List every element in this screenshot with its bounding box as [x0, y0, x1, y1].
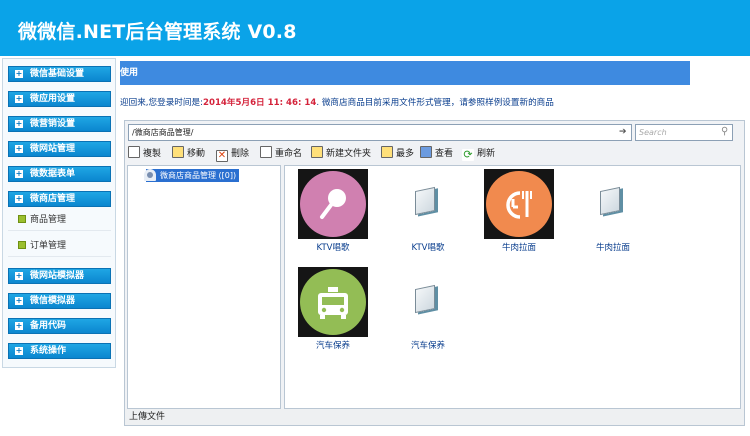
expand-icon: + — [15, 321, 23, 330]
file-item[interactable]: 牛肉拉面 — [479, 169, 559, 261]
view-icon — [420, 146, 432, 158]
welcome-panel: 迎回来,您登录时间是:2014年5月6日 11: 46: 14. 微商店商品目前… — [120, 86, 690, 118]
menu-app-settings[interactable]: + 微应用设置 — [8, 91, 111, 107]
path-input[interactable]: /微商店商品管理/ — [128, 124, 632, 141]
menu-wechat-simulator[interactable]: + 微信模拟器 — [8, 293, 111, 309]
expand-icon: + — [15, 69, 23, 78]
max-button[interactable]: 最多 — [381, 146, 414, 162]
sidebar: + 微信基础设置 + 微应用设置 + 微营销设置 + 微网站管理 + 微数据表单 + 微商店… — [2, 58, 116, 368]
expand-icon: + — [15, 271, 23, 280]
file-grid: KTV唱歌 KTV唱歌 牛肉拉面 牛肉拉面 汽车保养 汽车保养 — [284, 165, 741, 409]
move-button[interactable]: 移動 — [172, 146, 205, 162]
expand-icon: + — [15, 144, 23, 153]
file-icon — [600, 186, 620, 216]
rename-icon — [260, 146, 272, 158]
delete-icon: ✕ — [216, 150, 228, 162]
file-thumb — [578, 169, 648, 239]
folder-tree: 微商店商品管理 ([0]) — [127, 165, 281, 409]
file-toolbar: 複製 移動 ✕ 刪除 重命名 新建文件夹 最多 查看 ⟳ 刷新 — [128, 146, 740, 162]
menu-data-forms[interactable]: + 微数据表单 — [8, 166, 111, 182]
header-bar: 微微信.NET后台管理系统 V0.8 — [0, 0, 750, 56]
menu-shop-management[interactable]: + 微商店管理 — [8, 191, 111, 207]
menu-site-management[interactable]: + 微网站管理 — [8, 141, 111, 157]
file-item[interactable]: 牛肉拉面 — [573, 169, 653, 261]
file-item[interactable]: KTV唱歌 — [293, 169, 373, 261]
copy-icon — [128, 146, 140, 158]
bullet-icon — [18, 241, 26, 249]
new-folder-button[interactable]: 新建文件夹 — [311, 146, 371, 162]
expand-icon: + — [15, 119, 23, 128]
login-time: 2014年5月6日 11: 46: 14 — [202, 98, 317, 108]
file-item[interactable]: 汽车保养 — [388, 267, 468, 359]
folder-up-icon — [381, 146, 393, 158]
file-item[interactable]: 汽车保养 — [293, 267, 373, 359]
shop-folder-icon — [144, 169, 156, 181]
file-thumb — [393, 267, 463, 337]
welcome-message: 迎回来,您登录时间是:2014年5月6日 11: 46: 14. 微商店商品目前… — [120, 98, 554, 108]
tab-label: 使用 — [120, 68, 139, 78]
tab-usage[interactable]: 使用 — [120, 61, 690, 85]
file-thumb — [393, 169, 463, 239]
microphone-icon — [300, 171, 366, 237]
expand-icon: + — [15, 169, 23, 178]
app-title: 微微信.NET后台管理系统 V0.8 — [18, 21, 297, 43]
menu-system-operations[interactable]: + 系统操作 — [8, 343, 111, 359]
menu-basic-settings[interactable]: + 微信基础设置 — [8, 66, 111, 82]
file-item[interactable]: KTV唱歌 — [388, 169, 468, 261]
expand-icon: + — [15, 194, 23, 203]
go-arrow-icon[interactable]: ➔ — [619, 127, 629, 137]
file-manager: /微商店商品管理/ ➔ Search ⚲ 複製 移動 ✕ 刪除 重命名 新建文件夹… — [124, 120, 745, 426]
view-button[interactable]: 查看 — [420, 146, 453, 162]
search-input[interactable]: Search — [635, 124, 733, 141]
product-image — [484, 169, 554, 239]
product-image — [298, 169, 368, 239]
search-icon[interactable]: ⚲ — [721, 126, 728, 137]
menu-backup-code[interactable]: + 备用代码 — [8, 318, 111, 334]
delete-button[interactable]: ✕ 刪除 — [216, 146, 249, 162]
menu-marketing-settings[interactable]: + 微营销设置 — [8, 116, 111, 132]
expand-icon: + — [15, 346, 23, 355]
tree-node-shop-products[interactable]: 微商店商品管理 ([0]) — [144, 169, 240, 182]
bullet-icon — [18, 215, 26, 223]
copy-button[interactable]: 複製 — [128, 146, 161, 162]
file-icon — [415, 284, 435, 314]
upload-file-link[interactable]: 上傳文件 — [125, 409, 744, 425]
sidebar-item-orders[interactable]: 订单管理 — [8, 235, 111, 257]
menu-site-simulator[interactable]: + 微网站模拟器 — [8, 268, 111, 284]
refresh-icon: ⟳ — [462, 148, 474, 161]
fork-clock-icon — [486, 171, 552, 237]
refresh-button[interactable]: ⟳ 刷新 — [462, 146, 495, 162]
expand-icon: + — [15, 94, 23, 103]
sidebar-item-products[interactable]: 商品管理 — [8, 209, 111, 231]
file-icon — [415, 186, 435, 216]
product-image — [298, 267, 368, 337]
move-icon — [172, 146, 184, 158]
folder-icon — [311, 146, 323, 158]
expand-icon: + — [15, 296, 23, 305]
rename-button[interactable]: 重命名 — [260, 146, 302, 162]
car-icon — [300, 269, 366, 335]
